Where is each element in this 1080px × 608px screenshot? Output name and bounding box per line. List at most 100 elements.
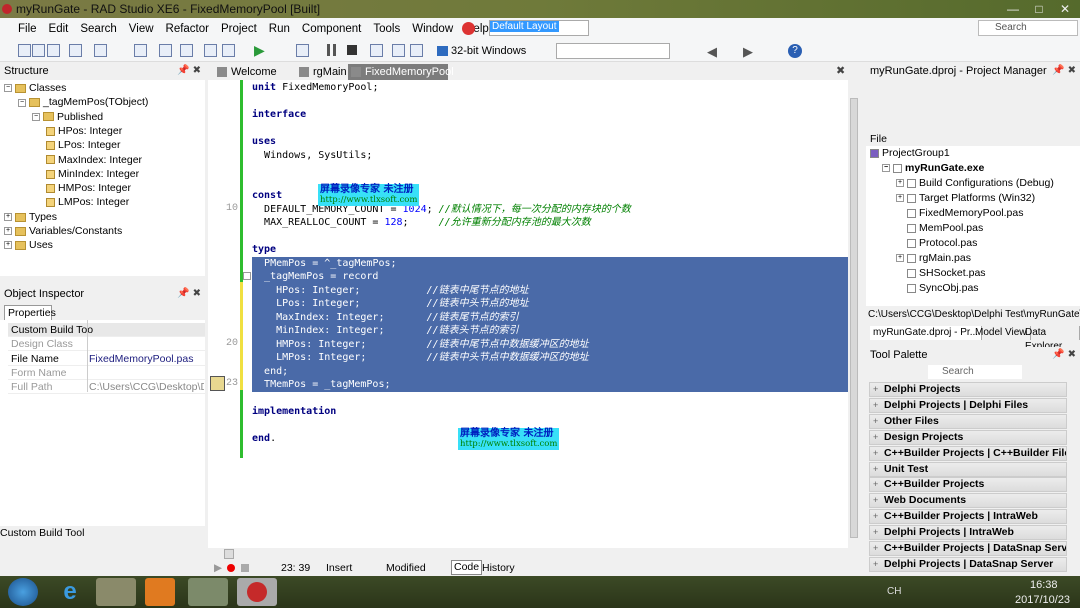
tab-data[interactable]: Data Explorer	[1022, 326, 1080, 352]
tab-myrungate[interactable]: myRunGate.dproj - Pr...	[870, 326, 983, 340]
project-item[interactable]: MemPool.pas	[896, 221, 983, 236]
menu-window[interactable]: Window	[406, 23, 459, 35]
project-item[interactable]: − myRunGate.exe	[882, 161, 984, 176]
toolbar-button-icon[interactable]	[370, 44, 383, 57]
clock-time[interactable]: 16:38	[1030, 579, 1058, 591]
project-item[interactable]: SHSocket.pas	[896, 266, 986, 281]
maximize-button[interactable]: □	[1026, 0, 1052, 18]
palette-category[interactable]: C++Builder Projects | DataSnap Server	[869, 541, 1067, 556]
tool-palette-search[interactable]: Search	[928, 365, 1022, 379]
menu-tools[interactable]: Tools	[367, 23, 406, 35]
pin-close-icons[interactable]: 📌 ✖	[177, 286, 201, 302]
close-tab-icon[interactable]: ✖	[836, 64, 845, 77]
property-row[interactable]: Custom Build Too	[8, 323, 205, 337]
expand-icon[interactable]: +	[4, 213, 12, 222]
tab-welcome-page[interactable]: Welcome Page	[214, 64, 294, 94]
toolbar-button-icon[interactable]	[222, 44, 235, 57]
code-line[interactable]: end.	[252, 432, 276, 446]
tab-history[interactable]: History	[482, 560, 515, 576]
property-value[interactable]: C:\Users\CCG\Desktop\Delp	[89, 380, 204, 394]
expand-icon[interactable]: +	[896, 194, 904, 203]
media-player-icon[interactable]	[145, 578, 175, 606]
palette-category[interactable]: Design Projects	[869, 429, 1067, 445]
menu-run[interactable]: Run	[263, 23, 296, 35]
clock-date[interactable]: 2017/10/23	[1015, 594, 1070, 606]
project-item[interactable]: + rgMain.pas	[896, 251, 971, 266]
structure-item[interactable]: MaxIndex: Integer	[46, 153, 142, 167]
pin-close-icons[interactable]: 📌 ✖	[1052, 63, 1076, 79]
project-item[interactable]: FixedMemoryPool.pas	[896, 206, 1023, 221]
rad-studio-icon[interactable]	[247, 582, 267, 602]
toolbar-button-icon[interactable]	[204, 44, 217, 57]
palette-category[interactable]: Delphi Projects | DataSnap Server	[869, 556, 1067, 572]
back-icon[interactable]: ◀	[707, 44, 717, 60]
menu-edit[interactable]: Edit	[43, 23, 75, 35]
menu-project[interactable]: Project	[215, 23, 263, 35]
structure-item[interactable]: HPos: Integer	[46, 124, 122, 138]
code-line[interactable]: MAX_REALLOC_COUNT = 128; //允许重新分配内存池的最大次…	[252, 216, 591, 230]
pin-close-icons[interactable]: 📌 ✖	[177, 63, 201, 79]
minimize-button[interactable]: —	[1000, 0, 1026, 18]
play-macro-icon[interactable]: ▶	[214, 560, 222, 576]
code-line[interactable]: MinIndex: Integer; //链表头节点的索引	[252, 324, 519, 338]
palette-category[interactable]: Unit Test	[869, 461, 1067, 477]
menu-refactor[interactable]: Refactor	[160, 23, 215, 35]
expand-icon[interactable]: −	[882, 164, 890, 173]
toolbar-button-icon[interactable]	[180, 44, 193, 57]
project-item[interactable]: SyncObj.pas	[896, 281, 979, 296]
structure-item[interactable]: + Uses	[4, 238, 53, 252]
code-line[interactable]: DEFAULT_MEMORY_COUNT = 1024; //默认情况下，每一次…	[252, 203, 631, 217]
fold-toggle-icon[interactable]	[243, 272, 251, 280]
code-line[interactable]: TMemPos = _tagMemPos;	[252, 378, 390, 392]
expand-icon[interactable]: +	[4, 241, 12, 250]
palette-category[interactable]: Web Documents	[869, 493, 1067, 509]
tab-fixedmemorypool[interactable]: FixedMemoryPool	[348, 64, 454, 80]
code-line[interactable]: uses	[252, 135, 276, 149]
notepad-icon[interactable]	[188, 578, 228, 606]
menu-file[interactable]: File	[12, 23, 43, 35]
record-macro-icon[interactable]	[227, 564, 235, 572]
help-insight-icon[interactable]	[462, 22, 475, 35]
toolbar-button-icon[interactable]	[296, 44, 309, 57]
menu-component[interactable]: Component	[296, 23, 367, 35]
expand-icon[interactable]: +	[896, 254, 904, 263]
help-icon[interactable]: ?	[788, 44, 802, 58]
code-editor[interactable]: unit FixedMemoryPool; interface uses Windo…	[208, 80, 848, 548]
code-line[interactable]: const	[252, 189, 282, 203]
property-row[interactable]: File Name FixedMemoryPool.pas	[8, 352, 205, 366]
structure-item[interactable]: LMPos: Integer	[46, 195, 129, 209]
layout-select[interactable]: Default Layout	[489, 20, 589, 36]
toolbar-button-icon[interactable]	[134, 44, 147, 57]
structure-item[interactable]: − Classes	[4, 81, 66, 95]
project-item[interactable]: ProjectGroup1	[870, 146, 950, 161]
code-line[interactable]: MaxIndex: Integer; //链表尾节点的索引	[252, 311, 519, 325]
tab-rgmain[interactable]: rgMain	[296, 64, 347, 80]
forward-icon[interactable]: ▶	[743, 44, 753, 60]
stop-icon[interactable]	[347, 45, 357, 55]
expand-icon[interactable]: +	[4, 227, 12, 236]
vertical-scrollbar[interactable]	[848, 80, 860, 548]
horizontal-scrollbar[interactable]	[208, 548, 860, 560]
structure-item[interactable]: − Published	[32, 110, 103, 124]
property-row[interactable]: Form Name	[8, 366, 205, 380]
code-line[interactable]: LPos: Integer; //链表中头节点的地址	[252, 297, 529, 311]
toolbar-button-icon[interactable]	[47, 44, 60, 57]
toolbar-button-icon[interactable]	[32, 44, 45, 57]
toolbar-button-icon[interactable]	[410, 44, 423, 57]
close-button[interactable]: ✕	[1052, 0, 1078, 18]
palette-category[interactable]: C++Builder Projects	[869, 477, 1067, 493]
code-line[interactable]: PMemPos = ^_tagMemPos;	[252, 257, 397, 271]
toolbar-button-icon[interactable]	[69, 44, 82, 57]
structure-item[interactable]: HMPos: Integer	[46, 181, 131, 195]
code-line[interactable]: unit FixedMemoryPool;	[252, 81, 378, 95]
project-item[interactable]: Protocol.pas	[896, 236, 977, 251]
palette-category[interactable]: C++Builder Projects | IntraWeb	[869, 509, 1067, 525]
structure-item[interactable]: − _tagMemPos(TObject)	[18, 95, 148, 109]
code-line[interactable]: type	[252, 243, 276, 257]
ie-icon[interactable]: e	[55, 578, 85, 606]
palette-category[interactable]: Delphi Projects	[869, 382, 1067, 397]
expand-icon[interactable]: −	[18, 98, 26, 107]
code-line[interactable]: implementation	[252, 405, 336, 419]
palette-category[interactable]: Other Files	[869, 413, 1067, 429]
pin-close-icons[interactable]: 📌 ✖	[1052, 347, 1076, 363]
